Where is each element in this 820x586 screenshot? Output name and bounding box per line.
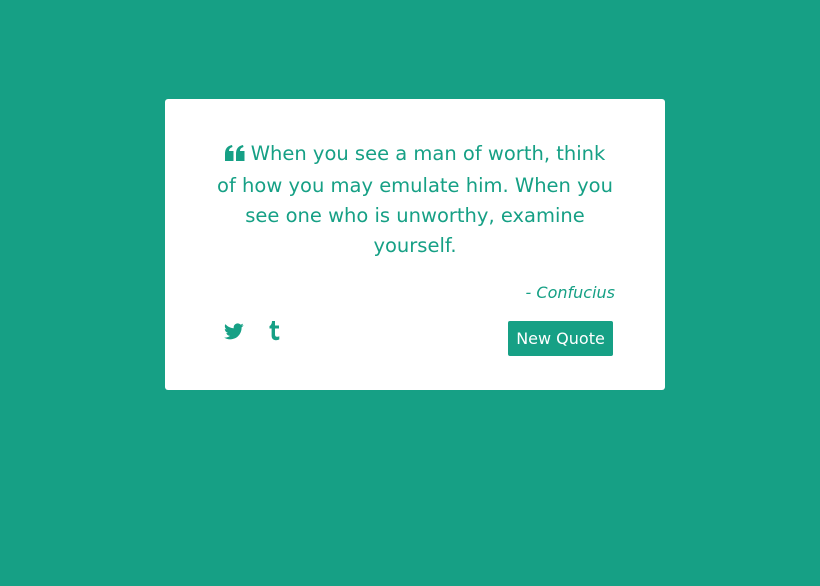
twitter-icon <box>224 322 244 344</box>
tumblr-icon <box>269 321 281 345</box>
quote-text: When you see a man of worth, think of ho… <box>217 142 613 257</box>
tweet-button[interactable] <box>222 321 246 345</box>
quote-author: - Confucius <box>525 283 615 302</box>
quote-text-block: When you see a man of worth, think of ho… <box>217 139 613 261</box>
quote-card: When you see a man of worth, think of ho… <box>165 99 665 390</box>
tumblr-share-button[interactable] <box>263 321 287 345</box>
new-quote-button[interactable]: New Quote <box>508 321 613 356</box>
quote-left-icon <box>224 141 245 171</box>
